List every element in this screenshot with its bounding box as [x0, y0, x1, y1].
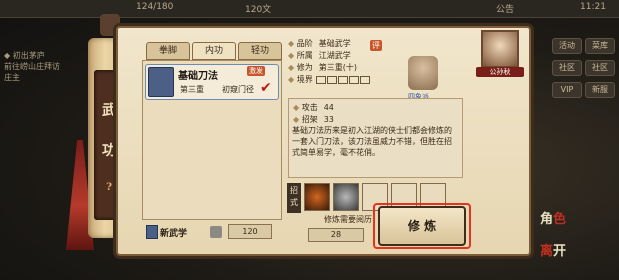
- attr-label: 修为: [296, 63, 313, 72]
- skill-level: 第三重: [180, 85, 204, 94]
- leave-button[interactable]: 离开: [540, 240, 566, 259]
- new-skill-button[interactable]: 新武学: [160, 226, 187, 239]
- realm-cell: [338, 75, 349, 84]
- skill-mastery: 初窥门径: [222, 85, 254, 94]
- moves-label: 招式: [287, 183, 301, 213]
- role-button[interactable]: 角色: [540, 208, 566, 227]
- character-portrait[interactable]: [481, 30, 519, 68]
- train-button[interactable]: 修 炼: [378, 206, 466, 246]
- quest-tracker[interactable]: ◆ 初出茅庐 前往崂山庄拜访 庄主: [4, 50, 84, 83]
- attr-value: 第三重(十): [318, 63, 357, 72]
- role-char: 色: [553, 212, 567, 227]
- community-button[interactable]: 社区: [552, 60, 582, 76]
- realm-cell: [349, 75, 360, 84]
- character-name: 公孙秋: [476, 67, 524, 77]
- realm-cell: [316, 75, 327, 84]
- leave-char: 开: [553, 244, 567, 259]
- attr-label: 所属: [296, 51, 313, 60]
- stat-value: 33: [323, 115, 334, 124]
- clock-text: 11:21: [580, 2, 606, 12]
- vip-button[interactable]: VIP: [552, 82, 582, 98]
- realm-cell: [327, 75, 338, 84]
- event-button[interactable]: 活动: [552, 38, 582, 54]
- skill-name: 基础刀法: [178, 71, 218, 82]
- skill-description: 基础刀法历来是初入江湖的侠士们都会修炼的一套入门刀法，该刀法虽威力不错，但胜在招…: [292, 126, 452, 157]
- training-requirement: 修炼需要阅历: [324, 215, 372, 224]
- quest-title: ◆ 初出茅庐: [4, 51, 45, 60]
- tab-inner-skill[interactable]: 内功: [192, 42, 236, 60]
- tab-lightness[interactable]: 轻功: [238, 42, 282, 60]
- attr-value: 江湖武学: [318, 51, 351, 60]
- role-char: 角: [540, 212, 554, 227]
- grade-badge: 评: [370, 40, 382, 51]
- quest-line: 庄主: [4, 73, 20, 82]
- realm-cell: [360, 75, 371, 84]
- tab-fist[interactable]: 拳脚: [146, 42, 190, 60]
- skill-status-badge: 激发: [247, 66, 265, 76]
- announcement-link[interactable]: 公告: [496, 2, 514, 15]
- stat-label: 招架: [301, 115, 318, 124]
- training-cost: 28: [308, 228, 364, 242]
- new-skill-icon: [146, 225, 158, 239]
- stat-label: 攻击: [301, 103, 318, 112]
- stat-attack: ◆ 攻击 44: [293, 103, 334, 112]
- money-counter: 120文: [245, 5, 272, 15]
- stat-value: 44: [323, 103, 334, 112]
- checkmark-icon: ✔: [260, 80, 272, 96]
- points-value: 120: [228, 224, 272, 239]
- move-slot-2[interactable]: [333, 183, 359, 211]
- attr-label: 品阶: [296, 39, 313, 48]
- book-icon: [148, 67, 174, 97]
- community-button-2[interactable]: 社区: [585, 60, 615, 76]
- leave-char: 离: [540, 244, 554, 259]
- top-status-bar: 124/180 120文 公告 11:21: [0, 0, 619, 18]
- school-master-figure: [408, 56, 438, 90]
- attr-label: 境界: [296, 75, 313, 84]
- quest-line: 前往崂山庄拜访: [4, 62, 60, 71]
- stamina-counter: 124/180: [136, 2, 174, 12]
- scroll-points-icon: [210, 226, 222, 238]
- move-slot-1[interactable]: [304, 183, 330, 211]
- attr-value: 基础武学: [318, 39, 351, 48]
- new-server-button[interactable]: 新服: [585, 82, 615, 98]
- menu-button[interactable]: 菜库: [585, 38, 615, 54]
